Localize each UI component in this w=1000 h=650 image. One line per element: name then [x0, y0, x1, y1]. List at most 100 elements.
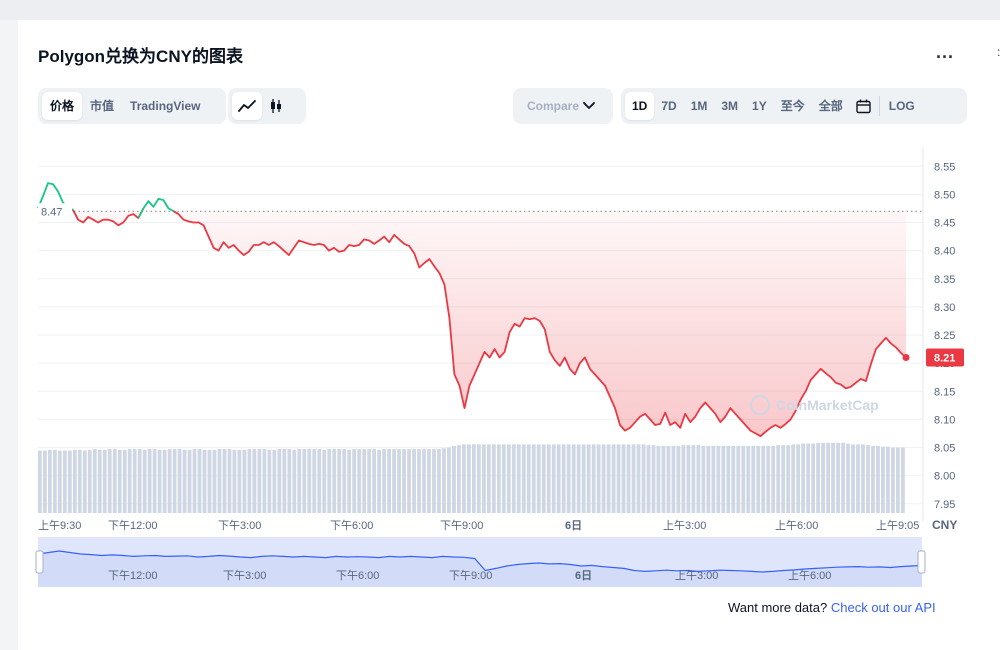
- candlestick-button[interactable]: [262, 92, 290, 120]
- volume-bar: [317, 449, 322, 513]
- volume-bar: [851, 444, 855, 513]
- volume-bar: [501, 444, 506, 513]
- volume-bar: [536, 444, 541, 513]
- range-7d[interactable]: 7D: [654, 92, 683, 120]
- volume-bar: [856, 444, 860, 513]
- volume-bar: [701, 445, 706, 513]
- volume-bar: [252, 449, 257, 513]
- volume-bar: [342, 449, 347, 513]
- more-options-button[interactable]: ...: [936, 42, 954, 63]
- volume-bar: [157, 449, 162, 513]
- volume-bar: [481, 444, 486, 513]
- volume-bar: [182, 449, 187, 513]
- price-chart[interactable]: CoinMarketCap 8.55 8.50 8.45 8.40 8.35 8.30 8.…: [18, 135, 1000, 605]
- range-3m[interactable]: 3M: [714, 92, 745, 120]
- volume-bar: [322, 449, 327, 513]
- compare-label: Compare: [527, 99, 580, 113]
- chevron-down-icon: [583, 102, 595, 109]
- volume-bar: [402, 449, 406, 513]
- volume-bar: [327, 449, 332, 513]
- y-tick-label: 8.10: [934, 414, 955, 426]
- volume-bar: [796, 444, 801, 513]
- y-tick-label: 8.55: [934, 161, 955, 173]
- volume-bar: [167, 449, 172, 513]
- range-1m[interactable]: 1M: [684, 92, 715, 120]
- volume-bar: [706, 445, 711, 513]
- line-chart-button[interactable]: [232, 92, 262, 120]
- currency-label: CNY: [932, 518, 957, 532]
- volume-bar: [187, 449, 192, 513]
- volume-bar: [38, 450, 42, 513]
- volume-bar: [671, 445, 676, 513]
- volume-bar: [287, 449, 292, 513]
- navigator-left-handle[interactable]: [35, 550, 44, 574]
- volume-bar: [122, 449, 127, 513]
- candlestick-icon: [271, 99, 281, 113]
- volume-bar: [177, 449, 182, 513]
- volume-bar: [162, 449, 167, 513]
- volume-bar: [676, 445, 681, 513]
- volume-bar: [736, 445, 741, 513]
- x-tick-label: 上午9:30: [38, 519, 81, 532]
- volume-bar: [646, 445, 651, 513]
- tab-tradingview[interactable]: TradingView: [122, 92, 208, 120]
- volume-bar: [901, 447, 905, 513]
- volume-bar: [631, 444, 636, 513]
- volume-bar: [746, 445, 751, 513]
- volume-bar: [132, 449, 137, 513]
- volume-bar: [292, 449, 297, 513]
- y-tick-label: 8.50: [934, 189, 955, 201]
- volume-bar: [731, 445, 736, 513]
- volume-bar: [691, 445, 696, 513]
- volume-bar: [881, 446, 885, 513]
- volume-bar: [711, 445, 716, 513]
- volume-bar: [661, 445, 666, 513]
- volume-bar: [751, 445, 756, 513]
- log-scale-toggle[interactable]: LOG: [882, 92, 922, 120]
- volume-bar: [521, 444, 526, 513]
- volume-bar: [741, 445, 746, 513]
- x-tick-label: 下午3:00: [218, 519, 261, 532]
- open-price-label: 8.47: [41, 206, 62, 218]
- volume-bar: [666, 445, 671, 513]
- range-ytd[interactable]: 至今: [774, 92, 812, 120]
- volume-bar: [102, 449, 107, 513]
- chart-card: Polygon兑换为CNY的图表 ... : 价格 市值 TradingView…: [18, 20, 1000, 650]
- volume-bar: [137, 449, 142, 513]
- x-tick-label: 6日: [565, 519, 582, 532]
- navigator-label: 上午6:00: [788, 569, 831, 582]
- volume-bar: [57, 450, 62, 513]
- calendar-button[interactable]: [850, 92, 877, 120]
- volume-bar: [776, 445, 781, 513]
- navigator-label: 上午3:00: [675, 569, 718, 582]
- y-tick-label: 8.05: [934, 443, 955, 455]
- divider: [878, 96, 880, 116]
- compare-dropdown[interactable]: Compare: [513, 88, 613, 124]
- volume-bar: [337, 449, 342, 513]
- volume-bar: [302, 449, 307, 513]
- footer-note: Want more data? Check out our API: [728, 600, 936, 615]
- volume-bar: [831, 442, 835, 513]
- volume-bar: [437, 449, 441, 513]
- volume-bar: [611, 444, 616, 513]
- navigator-label: 6日: [575, 569, 592, 582]
- volume-bar: [801, 443, 806, 513]
- navigator-right-handle[interactable]: [917, 550, 926, 574]
- range-1y[interactable]: 1Y: [745, 92, 774, 120]
- volume-bar: [52, 449, 57, 513]
- volume-bar: [836, 442, 840, 513]
- volume-bar: [297, 449, 302, 513]
- range-all[interactable]: 全部: [812, 92, 850, 120]
- volume-bar: [716, 445, 721, 513]
- volume-bar: [117, 449, 122, 513]
- navigator-label: 下午6:00: [336, 569, 379, 582]
- api-link[interactable]: Check out our API: [831, 600, 936, 615]
- tab-price[interactable]: 价格: [42, 92, 83, 120]
- navigator-label: 下午12:00: [108, 569, 158, 582]
- calendar-icon: [856, 99, 871, 113]
- volume-bar: [781, 445, 786, 513]
- tab-market-cap[interactable]: 市值: [82, 92, 122, 120]
- volume-bar: [387, 449, 391, 513]
- range-1d[interactable]: 1D: [625, 92, 655, 120]
- line-chart-icon: [238, 100, 256, 112]
